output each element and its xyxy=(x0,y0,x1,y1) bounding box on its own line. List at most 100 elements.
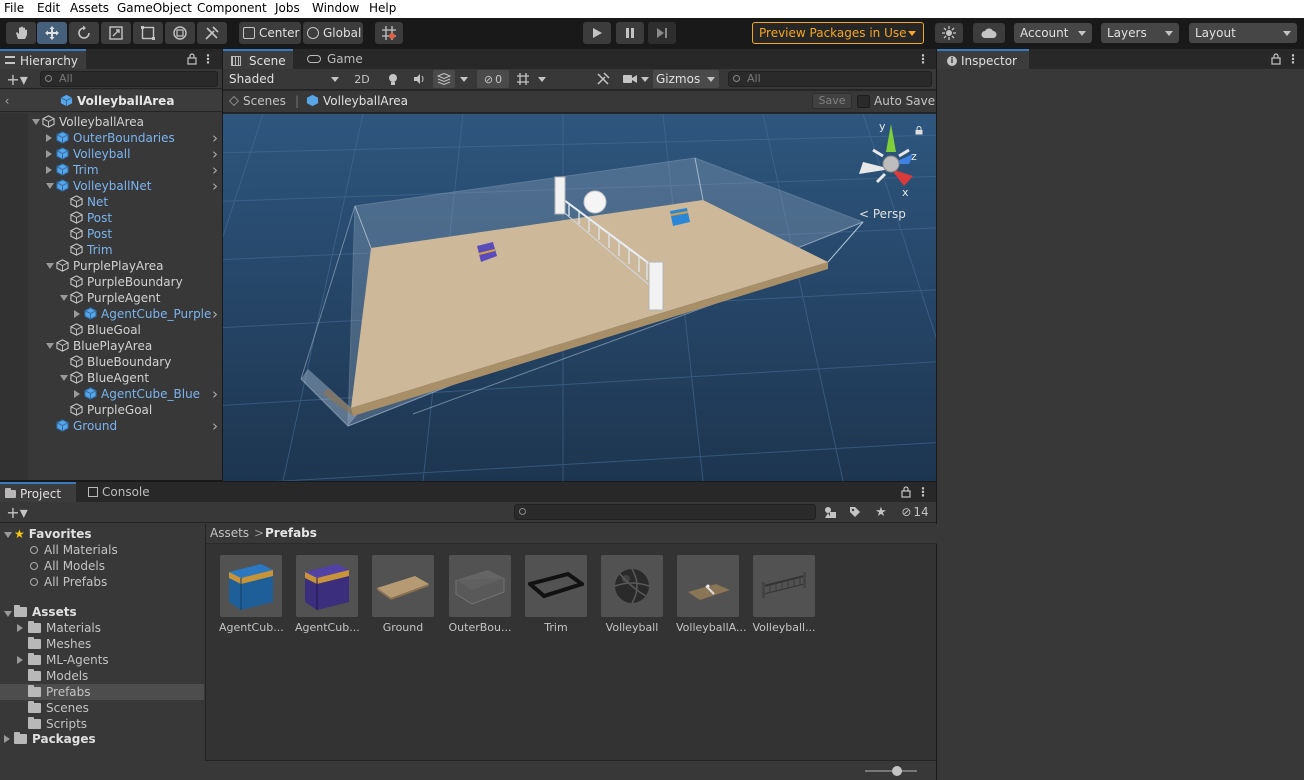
hierarchy-item[interactable]: VolleyballArea xyxy=(42,114,144,130)
effects-dropdown-icon[interactable] xyxy=(457,71,471,87)
favorite-all-prefabs[interactable]: All Prefabs xyxy=(30,574,107,590)
gizmo-lock-icon[interactable] xyxy=(915,124,923,135)
project-folder-item[interactable]: Meshes xyxy=(28,636,91,652)
camera-dropdown-icon[interactable] xyxy=(639,71,651,87)
asset-volleyballnet[interactable]: Volleyball... xyxy=(752,555,816,634)
inspector-kebab-icon[interactable]: ⋮ xyxy=(1287,51,1299,67)
camera-icon[interactable] xyxy=(620,71,640,87)
gizmos-dropdown[interactable]: Gizmos xyxy=(653,70,719,88)
tab-inspector[interactable]: i Inspector xyxy=(937,49,1029,69)
tools-icon[interactable] xyxy=(593,71,613,87)
step-button[interactable] xyxy=(648,22,676,44)
pause-button[interactable] xyxy=(616,22,644,44)
breadcrumb-scenes[interactable]: Scenes xyxy=(229,94,286,108)
menu-component[interactable]: Component xyxy=(197,1,267,15)
kebab-menu-icon[interactable]: ⋮ xyxy=(202,51,214,67)
expand-arrow-icon[interactable] xyxy=(74,390,80,398)
collapse-arrow-icon[interactable] xyxy=(46,343,54,349)
hand-tool-icon[interactable] xyxy=(6,22,36,44)
hierarchy-item[interactable]: Ground xyxy=(56,418,117,434)
shading-mode-dropdown[interactable]: Shaded xyxy=(225,70,343,88)
zoom-slider-track[interactable] xyxy=(865,770,917,772)
hierarchy-item[interactable]: BluePlayArea xyxy=(56,338,152,354)
asset-ground[interactable]: Ground xyxy=(371,555,435,634)
hierarchy-item[interactable]: Trim xyxy=(56,162,99,178)
menu-file[interactable]: File xyxy=(4,1,24,15)
hierarchy-item[interactable]: OuterBoundaries xyxy=(56,130,175,146)
layout-dropdown[interactable]: Layout xyxy=(1189,23,1297,43)
tab-scene[interactable]: Scene xyxy=(223,49,293,69)
inspector-lock-icon[interactable] xyxy=(1270,52,1282,66)
hierarchy-item[interactable]: PurpleAgent xyxy=(70,290,160,306)
hierarchy-item[interactable]: BlueBoundary xyxy=(70,354,171,370)
effects-toggle-icon[interactable] xyxy=(433,70,455,88)
breadcrumb-prefabs[interactable]: Prefabs xyxy=(265,526,317,540)
collapse-arrow-icon[interactable] xyxy=(46,263,54,269)
packages-root[interactable]: Packages xyxy=(14,731,96,747)
asset-trim[interactable]: Trim xyxy=(524,555,588,634)
tab-project[interactable]: Project xyxy=(0,482,76,502)
filter-by-label-icon[interactable] xyxy=(846,504,864,520)
menu-help[interactable]: Help xyxy=(369,1,396,15)
play-button[interactable] xyxy=(583,22,611,44)
open-prefab-chevron-icon[interactable]: › xyxy=(212,178,218,194)
collapse-arrow-icon[interactable] xyxy=(46,183,54,189)
hierarchy-item[interactable]: PurplePlayArea xyxy=(56,258,164,274)
breadcrumb-assets[interactable]: Assets xyxy=(210,526,249,540)
project-folder-item[interactable]: Scripts xyxy=(28,716,87,732)
create-asset-button[interactable]: +▾ xyxy=(2,503,32,522)
hierarchy-item[interactable]: Net xyxy=(70,194,108,210)
add-object-button[interactable]: +▾ xyxy=(2,70,32,89)
expand-arrow-icon[interactable] xyxy=(74,310,80,318)
collapse-arrow-icon[interactable] xyxy=(60,375,68,381)
packages-expand-icon[interactable] xyxy=(4,735,10,743)
folder-expand-icon[interactable] xyxy=(17,624,23,632)
asset-outerboundaries[interactable]: OuterBou... xyxy=(448,555,512,634)
hierarchy-item[interactable]: AgentCube_Blue xyxy=(84,386,200,402)
grid-dropdown-icon[interactable] xyxy=(535,71,549,87)
favorite-all-models[interactable]: All Models xyxy=(30,558,105,574)
open-prefab-chevron-icon[interactable]: › xyxy=(212,162,218,178)
pivot-center-button[interactable]: Center xyxy=(239,22,301,44)
expand-arrow-icon[interactable] xyxy=(46,150,52,158)
project-search-input[interactable] xyxy=(514,504,816,520)
lock-icon[interactable] xyxy=(186,52,198,66)
scene-viewport[interactable]: y z x < Persp xyxy=(223,114,936,481)
layers-dropdown[interactable]: Layers xyxy=(1101,23,1179,43)
autosave-checkbox[interactable] xyxy=(857,95,870,108)
hierarchy-item[interactable]: AgentCube_Purple xyxy=(84,306,211,322)
lighting-toggle-icon[interactable] xyxy=(385,71,401,87)
menu-assets[interactable]: Assets xyxy=(70,1,109,15)
open-prefab-chevron-icon[interactable]: › xyxy=(212,130,218,146)
hidden-packages-toggle[interactable]: ⊘ 14 xyxy=(898,504,932,520)
scene-kebab-icon[interactable]: ⋮ xyxy=(917,51,929,67)
hidden-objects-toggle[interactable]: ⊘ 0 xyxy=(477,70,509,88)
rect-tool-icon[interactable] xyxy=(133,22,163,44)
collapse-arrow-icon[interactable] xyxy=(60,295,68,301)
asset-volleyball[interactable]: Volleyball xyxy=(600,555,664,634)
services-icon[interactable] xyxy=(935,23,963,43)
favorite-all-materials[interactable]: All Materials xyxy=(30,542,118,558)
perspective-toggle[interactable]: < Persp xyxy=(859,207,906,221)
menu-edit[interactable]: Edit xyxy=(37,1,60,15)
zoom-slider-handle[interactable] xyxy=(892,766,902,776)
tab-game[interactable]: Game xyxy=(295,49,363,69)
hierarchy-item[interactable]: BlueGoal xyxy=(70,322,141,338)
project-folder-item[interactable]: ML-Agents xyxy=(28,652,109,668)
hierarchy-item[interactable]: BlueAgent xyxy=(70,370,149,386)
folder-expand-icon[interactable] xyxy=(17,656,23,664)
asset-agentcube-blue[interactable]: AgentCub... xyxy=(219,555,284,634)
project-folder-item[interactable]: Prefabs xyxy=(28,684,91,700)
collapse-arrow-icon[interactable] xyxy=(32,119,40,125)
project-folder-item[interactable]: Materials xyxy=(28,620,101,636)
favorites-collapse-icon[interactable] xyxy=(4,532,12,538)
scene-search-input[interactable]: All xyxy=(728,71,932,87)
favorites-header[interactable]: ★ Favorites xyxy=(14,526,91,542)
hierarchy-item[interactable]: Post xyxy=(70,226,112,242)
open-prefab-chevron-icon[interactable]: › xyxy=(212,146,218,162)
grid-visibility-icon[interactable] xyxy=(513,71,533,87)
save-button[interactable]: Save xyxy=(812,93,852,109)
hierarchy-item[interactable]: PurpleGoal xyxy=(70,402,152,418)
custom-tool-icon[interactable] xyxy=(197,22,227,44)
hierarchy-item[interactable]: Trim xyxy=(70,242,113,258)
